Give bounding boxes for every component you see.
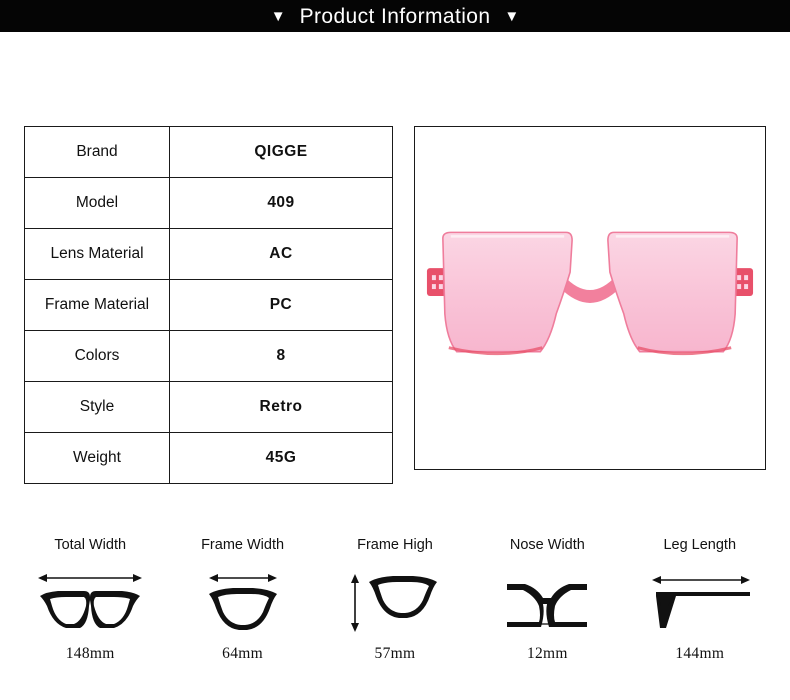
full-glasses-icon [34, 565, 146, 635]
triangle-down-left-icon: ▼ [270, 7, 286, 25]
nose-bridge-icon [491, 565, 603, 635]
product-image-panel [414, 126, 766, 470]
table-row: Model 409 [24, 177, 393, 229]
measurements-row: Total Width 148mm Frame Width 64mm Frame… [0, 537, 790, 663]
spec-value-style: Retro [169, 381, 393, 433]
spec-value-frame-material: PC [169, 279, 393, 331]
table-row: Lens Material AC [24, 228, 393, 280]
temple-arm-icon [644, 565, 756, 635]
sunglasses-product-photo [415, 127, 765, 469]
measurement-value: 12mm [526, 645, 568, 662]
page-title: Product Information [299, 4, 491, 28]
spec-key-style: Style [24, 381, 170, 433]
measurement-total-width: Total Width 148mm [15, 537, 165, 663]
table-row: Colors 8 [24, 330, 393, 382]
measurement-label: Nose Width [509, 537, 585, 553]
measurement-value: 148mm [65, 645, 115, 662]
measurement-frame-high: Frame High 57mm [320, 537, 470, 663]
measurement-nose-width: Nose Width 12mm [472, 537, 622, 663]
spec-value-lens-material: AC [169, 228, 393, 280]
measurement-value: 57mm [374, 645, 416, 662]
measurement-label: Leg Length [663, 537, 737, 553]
spec-key-brand: Brand [24, 126, 170, 178]
specification-table: Brand QIGGE Model 409 Lens Material AC F… [24, 126, 393, 484]
measurement-label: Frame Width [201, 537, 285, 553]
spec-value-colors: 8 [169, 330, 393, 382]
measurement-value: 64mm [222, 645, 263, 662]
measurement-frame-width: Frame Width 64mm [168, 537, 318, 663]
single-lens-icon [339, 565, 451, 635]
spec-key-colors: Colors [24, 330, 170, 382]
table-row: Style Retro [24, 381, 393, 433]
table-row: Frame Material PC [24, 279, 393, 331]
spec-key-lens-material: Lens Material [24, 228, 170, 280]
measurement-label: Frame High [357, 537, 433, 553]
measurement-value: 144mm [675, 645, 725, 662]
measurement-leg-length: Leg Length 144mm [625, 537, 775, 663]
triangle-down-right-icon: ▼ [504, 7, 520, 25]
spec-key-frame-material: Frame Material [24, 279, 170, 331]
content-area: Brand QIGGE Model 409 Lens Material AC F… [0, 32, 790, 700]
spec-key-model: Model [24, 177, 170, 229]
spec-key-weight: Weight [24, 432, 170, 484]
page-header: ▼ Product Information ▼ [0, 0, 790, 32]
spec-value-weight: 45G [169, 432, 393, 484]
spec-value-model: 409 [169, 177, 393, 229]
measurement-label: Total Width [54, 537, 127, 553]
table-row: Weight 45G [24, 432, 393, 484]
table-row: Brand QIGGE [24, 126, 393, 178]
single-lens-icon [187, 565, 299, 635]
spec-value-brand: QIGGE [169, 126, 393, 178]
